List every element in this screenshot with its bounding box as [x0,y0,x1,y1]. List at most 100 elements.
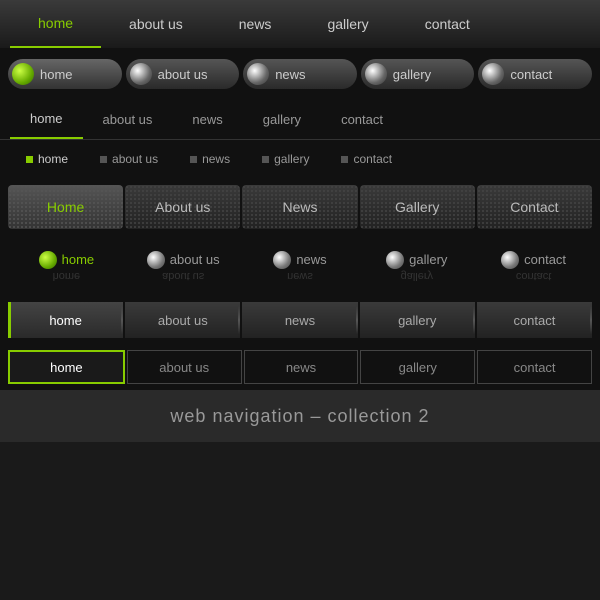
nav2-label-home: home [40,67,73,82]
nav6-reflect-about: about us [162,270,204,282]
nav7-item-contact[interactable]: contact [477,302,592,338]
footer: web navigation – collection 2 [0,390,600,442]
nav8-label-news: news [286,360,316,375]
nav6-label-contact: contact [524,252,566,267]
sphere-icon [147,251,165,269]
nav7-label-gallery: gallery [398,313,436,328]
nav3-item-about[interactable]: about us [83,100,173,139]
nav6-top-home: home [39,251,95,269]
nav6-item-news[interactable]: news news [242,251,359,282]
nav4-item-contact[interactable]: contact [325,152,408,166]
nav8-item-news[interactable]: news [244,350,359,384]
nav6-top-contact: contact [501,251,566,269]
nav6-label-home: home [62,252,95,267]
nav5-item-about[interactable]: About us [125,185,240,229]
nav2-item-about[interactable]: about us [126,59,240,89]
nav5-label-gallery: Gallery [395,199,439,215]
nav7-item-about[interactable]: about us [125,302,240,338]
nav5-item-contact[interactable]: Contact [477,185,592,229]
nav4-item-home[interactable]: home [10,152,84,166]
sphere-icon [130,63,152,85]
nav2-label-news: news [275,67,305,82]
nav-bar-6: home home about us about us news news ga… [0,236,600,296]
nav6-reflect-contact: contact [516,270,551,282]
nav-bar-7: home about us news gallery contact [0,296,600,344]
sphere-icon [386,251,404,269]
bullet-icon [100,156,107,163]
sphere-icon [365,63,387,85]
nav7-item-news[interactable]: news [242,302,357,338]
nav1-item-home[interactable]: home [10,0,101,48]
nav7-label-home: home [49,313,82,328]
nav6-label-gallery: gallery [409,252,447,267]
nav7-item-gallery[interactable]: gallery [360,302,475,338]
nav6-item-about[interactable]: about us about us [125,251,242,282]
bullet-icon [190,156,197,163]
nav1-item-about[interactable]: about us [101,0,211,48]
nav-bar-2: home about us news gallery contact [0,48,600,100]
nav8-label-gallery: gallery [399,360,437,375]
nav8-item-contact[interactable]: contact [477,350,592,384]
nav8-item-gallery[interactable]: gallery [360,350,475,384]
nav5-item-home[interactable]: Home [8,185,123,229]
sphere-icon [273,251,291,269]
sphere-icon [501,251,519,269]
nav7-label-about: about us [158,313,208,328]
sphere-icon [247,63,269,85]
nav6-top-gallery: gallery [386,251,447,269]
nav8-item-home[interactable]: home [8,350,125,384]
nav2-label-contact: contact [510,67,552,82]
nav3-item-contact[interactable]: contact [321,100,403,139]
nav5-label-news: News [283,199,318,215]
nav7-label-news: news [285,313,315,328]
nav4-item-news[interactable]: news [174,152,246,166]
nav-bar-1: home about us news gallery contact [0,0,600,48]
nav1-item-gallery[interactable]: gallery [299,0,396,48]
footer-text: web navigation – collection 2 [170,406,429,427]
nav-bar-3: home about us news gallery contact [0,100,600,140]
nav6-reflect-news: news [287,270,313,282]
nav4-item-gallery[interactable]: gallery [246,152,325,166]
nav-bar-8: home about us news gallery contact [0,344,600,390]
nav3-item-home[interactable]: home [10,100,83,139]
nav6-label-news: news [296,252,326,267]
nav6-top-news: news [273,251,326,269]
nav3-item-news[interactable]: news [172,100,242,139]
nav7-item-home[interactable]: home [8,302,123,338]
nav1-item-contact[interactable]: contact [397,0,498,48]
sphere-icon [12,63,34,85]
nav2-item-home[interactable]: home [8,59,122,89]
nav2-item-news[interactable]: news [243,59,357,89]
nav6-item-contact[interactable]: contact contact [475,251,592,282]
nav7-label-contact: contact [513,313,555,328]
nav2-label-gallery: gallery [393,67,431,82]
nav5-item-news[interactable]: News [242,185,357,229]
nav3-item-gallery[interactable]: gallery [243,100,321,139]
nav2-item-gallery[interactable]: gallery [361,59,475,89]
sphere-icon [482,63,504,85]
sphere-icon [39,251,57,269]
nav6-item-home[interactable]: home home [8,251,125,282]
nav-bar-5: Home About us News Gallery Contact [0,178,600,236]
nav6-reflect-home: home [53,270,81,282]
nav6-top-about: about us [147,251,220,269]
nav-bar-4: home about us news gallery contact [0,140,600,178]
nav8-item-about[interactable]: about us [127,350,242,384]
bullet-icon [262,156,269,163]
nav4-item-about[interactable]: about us [84,152,174,166]
nav6-reflect-gallery: gallery [401,270,433,282]
nav8-label-home: home [50,360,83,375]
nav1-item-news[interactable]: news [211,0,300,48]
bullet-icon [341,156,348,163]
nav5-label-home: Home [47,199,84,215]
nav8-label-contact: contact [514,360,556,375]
nav2-label-about: about us [158,67,208,82]
nav5-label-contact: Contact [510,199,558,215]
bullet-icon [26,156,33,163]
nav6-label-about: about us [170,252,220,267]
nav6-item-gallery[interactable]: gallery gallery [358,251,475,282]
nav5-item-gallery[interactable]: Gallery [360,185,475,229]
nav8-label-about: about us [159,360,209,375]
nav5-label-about: About us [155,199,210,215]
nav2-item-contact[interactable]: contact [478,59,592,89]
